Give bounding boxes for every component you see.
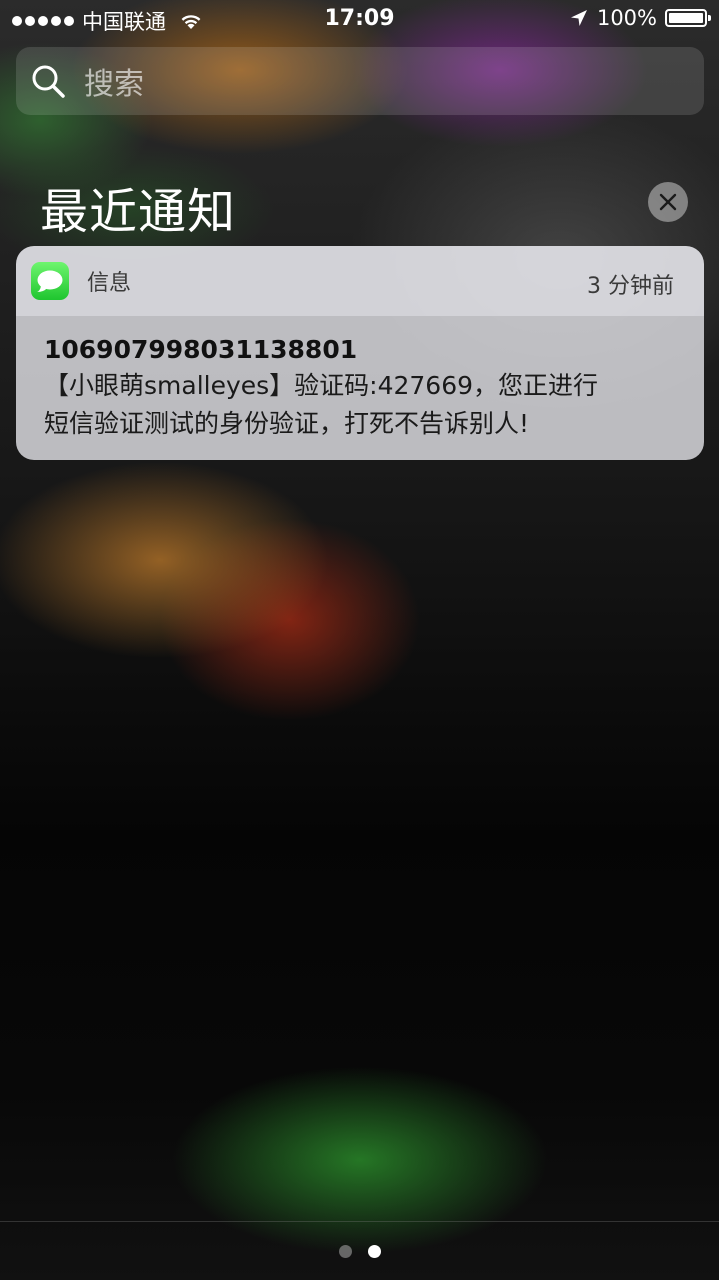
speech-bubble-icon bbox=[37, 270, 63, 292]
page-dot-2-active[interactable] bbox=[367, 1245, 381, 1258]
close-icon bbox=[659, 193, 677, 211]
notification-header: 信息 3 分钟前 bbox=[16, 246, 704, 316]
search-placeholder[interactable]: 搜索 bbox=[84, 59, 144, 103]
location-arrow-icon bbox=[570, 10, 587, 26]
battery-percent: 100% bbox=[596, 6, 657, 30]
page-indicator bbox=[0, 1221, 719, 1280]
clear-notifications-button[interactable] bbox=[648, 182, 688, 222]
message-line-1: 【小眼萌smalleyes】验证码:427669，您正进行 bbox=[44, 371, 599, 400]
search-icon bbox=[32, 65, 65, 98]
notification-body: 106907998031138801 【小眼萌smalleyes】验证码:427… bbox=[16, 316, 704, 460]
status-right: 100% bbox=[569, 6, 711, 30]
notification-time: 3 分钟前 bbox=[587, 274, 674, 299]
notification-center-screen: 中国联通 17:09 100% 搜索 最近通知 信息 3 分钟前 1069079… bbox=[0, 0, 719, 1280]
messages-app-icon bbox=[31, 262, 69, 300]
recent-notifications-title: 最近通知 bbox=[40, 184, 237, 240]
app-name: 信息 bbox=[87, 271, 132, 296]
message-line-2: 短信验证测试的身份验证，打死不告诉别人! bbox=[44, 409, 530, 438]
battery-icon bbox=[665, 9, 711, 27]
status-bar: 中国联通 17:09 100% bbox=[0, 0, 719, 40]
search-bar[interactable]: 搜索 bbox=[16, 47, 704, 115]
message-notification-card[interactable]: 信息 3 分钟前 106907998031138801 【小眼萌smalleye… bbox=[16, 246, 704, 460]
sender-number: 106907998031138801 bbox=[44, 335, 358, 364]
page-dot-1[interactable] bbox=[338, 1245, 352, 1258]
